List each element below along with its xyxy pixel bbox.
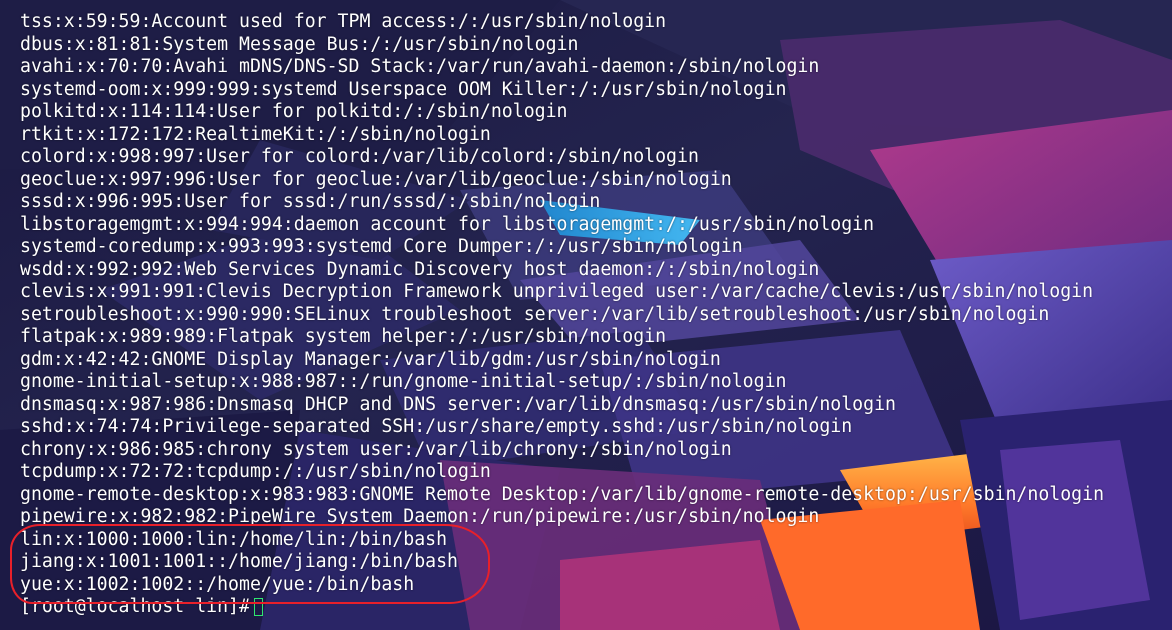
- passwd-entry-line: wsdd:x:992:992:Web Services Dynamic Disc…: [20, 258, 820, 280]
- passwd-entry-line: polkitd:x:114:114:User for polkitd:/:/sb…: [20, 101, 568, 122]
- passwd-entry-line: sssd:x:996:995:User for sssd:/run/sssd/:…: [20, 191, 601, 212]
- passwd-entry-line: pipewire:x:982:982:PipeWire System Daemo…: [20, 506, 820, 527]
- passwd-entry-line: dnsmasq:x:987:986:Dnsmasq DHCP and DNS s…: [20, 393, 896, 415]
- passwd-entry-line: colord:x:998:997:User for colord:/var/li…: [20, 146, 699, 167]
- passwd-entry-line: gnome-initial-setup:x:988:987::/run/gnom…: [20, 371, 787, 392]
- passwd-entry-line: gnome-remote-desktop:x:983:983:GNOME Rem…: [20, 483, 1105, 505]
- passwd-entry-line: clevis:x:991:991:Clevis Decryption Frame…: [20, 281, 1094, 302]
- text-cursor: [253, 598, 263, 617]
- passwd-entry-line: tss:x:59:59:Account used for TPM access:…: [20, 11, 667, 32]
- shell-prompt: [root@localhost lin]#: [20, 596, 250, 617]
- passwd-entry-line: tcpdump:x:72:72:tcpdump:/:/usr/sbin/nolo…: [20, 461, 491, 482]
- passwd-entry-line: chrony:x:986:985:chrony system user:/var…: [20, 438, 732, 460]
- passwd-entry-line: setroubleshoot:x:990:990:SELinux trouble…: [20, 303, 1050, 325]
- passwd-entry-line: gdm:x:42:42:GNOME Display Manager:/var/l…: [20, 348, 721, 370]
- passwd-entry-line: avahi:x:70:70:Avahi mDNS/DNS-SD Stack:/v…: [20, 56, 820, 77]
- passwd-entry-line: systemd-oom:x:999:999:systemd Userspace …: [20, 78, 787, 100]
- passwd-entry-line: jiang:x:1001:1001::/home/jiang:/bin/bash: [20, 551, 458, 572]
- passwd-entry-line: flatpak:x:989:989:Flatpak system helper:…: [20, 326, 667, 347]
- passwd-entry-line: geoclue:x:997:996:User for geoclue:/var/…: [20, 168, 732, 190]
- passwd-entry-line: rtkit:x:172:172:RealtimeKit:/:/sbin/nolo…: [20, 123, 491, 145]
- passwd-entry-line: yue:x:1002:1002::/home/yue:/bin/bash: [20, 573, 415, 595]
- terminal-output[interactable]: tss:x:59:59:Account used for TPM access:…: [20, 11, 1170, 619]
- shell-prompt-row[interactable]: [root@localhost lin]#: [20, 596, 1170, 619]
- passwd-entry-line: systemd-coredump:x:993:993:systemd Core …: [20, 236, 743, 257]
- passwd-entry-line: lin:x:1000:1000:lin:/home/lin:/bin/bash: [20, 528, 448, 550]
- passwd-entry-line: sshd:x:74:74:Privilege-separated SSH:/us…: [20, 416, 853, 437]
- passwd-entry-line: dbus:x:81:81:System Message Bus:/:/usr/s…: [20, 33, 579, 55]
- passwd-entry-line: libstoragemgmt:x:994:994:daemon account …: [20, 213, 875, 235]
